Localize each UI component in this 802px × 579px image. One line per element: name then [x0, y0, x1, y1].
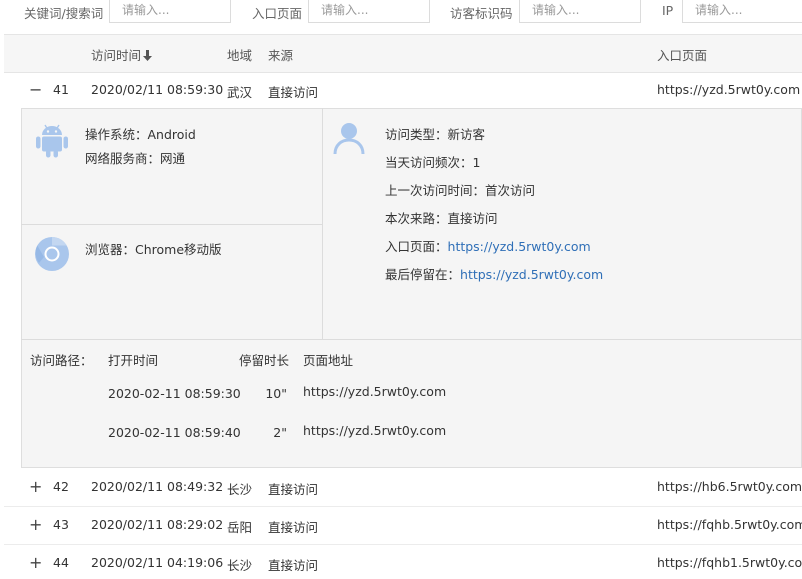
ip-input[interactable] — [682, 0, 802, 23]
filter-label-entry: 入口页面 — [252, 6, 303, 21]
divider — [4, 544, 802, 545]
path-stay: 2" — [273, 425, 287, 440]
path-page-link[interactable]: https://yzd.5rwt0y.com — [303, 423, 446, 438]
path-open-time: 2020-02-11 08:59:40 — [108, 425, 241, 440]
path-header-stay: 停留时长 — [239, 353, 290, 368]
filter-label-keyword: 关键词/搜索词 — [24, 6, 104, 21]
row-entry-link[interactable]: https://fqhb.5rwt0y.com — [657, 517, 802, 532]
last-stay-info: 最后停留在：https://yzd.5rwt0y.com — [385, 267, 604, 282]
row-id: 41 — [53, 82, 69, 97]
entry-page-link[interactable]: https://yzd.5rwt0y.com — [448, 239, 591, 254]
divider — [21, 339, 802, 340]
path-open-time: 2020-02-11 08:59:30 — [108, 386, 241, 401]
header-source: 来源 — [268, 48, 294, 63]
last-stay-link[interactable]: https://yzd.5rwt0y.com — [460, 267, 603, 282]
row-time: 2020/02/11 08:59:30 — [91, 82, 224, 97]
arrow-down-icon[interactable] — [143, 49, 153, 64]
path-page-link[interactable]: https://yzd.5rwt0y.com — [303, 384, 446, 399]
header-region: 地域 — [227, 48, 253, 63]
visit-frequency-info: 当天访问频次：1 — [385, 155, 481, 170]
expand-toggle[interactable]: + — [29, 479, 42, 495]
divider — [322, 108, 323, 339]
os-info: 操作系统：Android — [85, 127, 196, 142]
isp-info: 网络服务商：网通 — [85, 151, 186, 166]
row-region: 长沙 — [227, 482, 253, 497]
source-info: 本次来路：直接访问 — [385, 211, 498, 226]
row-entry-link[interactable]: https://yzd.5rwt0y.com — [657, 82, 800, 97]
row-id: 44 — [53, 555, 69, 570]
keyword-input[interactable] — [109, 0, 231, 23]
header-entry-page: 入口页面 — [657, 48, 708, 63]
divider — [4, 506, 802, 507]
divider — [21, 224, 322, 225]
row-id: 43 — [53, 517, 69, 532]
row-entry-link[interactable]: https://hb6.5rwt0y.com — [657, 479, 802, 494]
row-region: 长沙 — [227, 558, 253, 573]
android-icon — [35, 122, 69, 161]
browser-info: 浏览器：Chrome移动版 — [85, 242, 222, 257]
row-source: 直接访问 — [268, 482, 319, 497]
last-visit-info: 上一次访问时间：首次访问 — [385, 183, 536, 198]
row-id: 42 — [53, 479, 69, 494]
row-entry-link[interactable]: https://fqhb1.5rwt0y.com — [657, 555, 802, 570]
row-time: 2020/02/11 08:49:32 — [91, 479, 224, 494]
row-time: 2020/02/11 04:19:06 — [91, 555, 224, 570]
path-label: 访问路径： — [30, 353, 93, 368]
row-region: 岳阳 — [227, 520, 253, 535]
filter-label-visitor-id: 访客标识码 — [450, 6, 513, 21]
visitor-id-input[interactable] — [519, 0, 641, 23]
user-icon — [333, 121, 365, 158]
collapse-toggle[interactable]: − — [29, 82, 42, 98]
filter-label-ip: IP — [662, 3, 674, 18]
entry-page-input[interactable] — [308, 0, 430, 23]
visit-type-info: 访问类型：新访客 — [385, 127, 486, 142]
path-stay: 10" — [265, 386, 287, 401]
row-time: 2020/02/11 08:29:02 — [91, 517, 224, 532]
expand-toggle[interactable]: + — [29, 517, 42, 533]
path-header-open-time: 打开时间 — [108, 353, 159, 368]
path-header-page: 页面地址 — [303, 353, 354, 368]
row-source: 直接访问 — [268, 558, 319, 573]
row-source: 直接访问 — [268, 85, 319, 100]
row-region: 武汉 — [227, 85, 253, 100]
header-visit-time[interactable]: 访问时间 — [91, 45, 153, 64]
expand-toggle[interactable]: + — [29, 555, 42, 571]
chrome-icon — [34, 236, 70, 275]
entry-page-info: 入口页面：https://yzd.5rwt0y.com — [385, 239, 591, 254]
row-source: 直接访问 — [268, 520, 319, 535]
